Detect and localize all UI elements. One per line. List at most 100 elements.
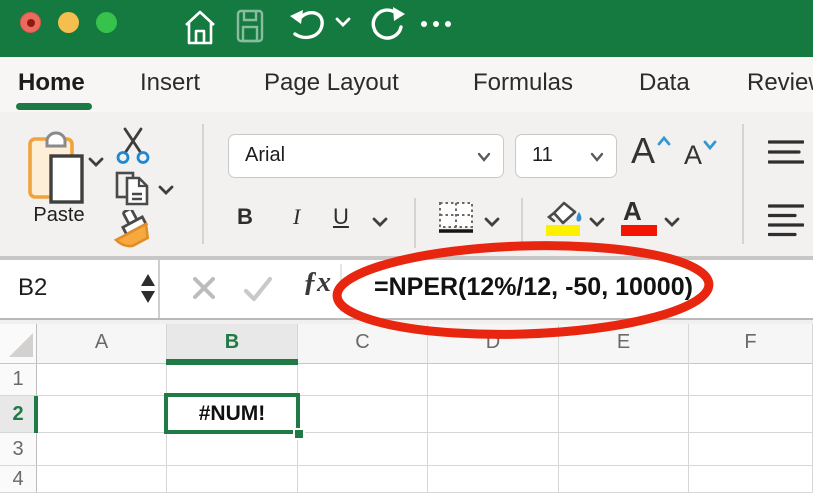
select-all-button[interactable] xyxy=(0,324,37,364)
font-size-select[interactable]: 11 xyxy=(515,134,617,178)
cell-D1[interactable] xyxy=(428,364,559,396)
column-header-b[interactable]: B xyxy=(167,324,298,364)
font-color-button[interactable]: A xyxy=(623,196,642,227)
more-icon[interactable] xyxy=(421,21,451,27)
enter-check-icon[interactable] xyxy=(243,276,273,302)
home-icon[interactable] xyxy=(182,6,218,48)
cell-E4[interactable] xyxy=(559,466,689,493)
cell-B1[interactable] xyxy=(167,364,298,396)
borders-icon[interactable] xyxy=(436,200,476,236)
cell-E1[interactable] xyxy=(559,364,689,396)
minimize-button[interactable] xyxy=(58,12,79,33)
borders-menu-chevron-icon[interactable] xyxy=(484,216,500,228)
paste-label[interactable]: Paste xyxy=(24,204,94,227)
redo-icon[interactable] xyxy=(366,5,406,47)
tab-review[interactable]: Review xyxy=(747,69,813,97)
cancel-icon[interactable] xyxy=(192,276,216,300)
record-dot-icon xyxy=(27,19,35,27)
decrease-font-size-button[interactable]: A xyxy=(684,140,702,171)
column-header-c[interactable]: C xyxy=(298,324,428,364)
cell-A3[interactable] xyxy=(37,433,167,466)
format-painter-icon[interactable] xyxy=(106,210,156,254)
paste-icon[interactable] xyxy=(27,129,85,205)
formula-bar: B2 ƒx =NPER(12%/12, -50, 10000) xyxy=(0,258,813,320)
name-box-spinner-down-icon[interactable] xyxy=(141,291,155,303)
bold-button[interactable]: B xyxy=(237,204,253,230)
decrease-font-caret-icon xyxy=(703,140,717,150)
paste-menu-chevron-icon[interactable] xyxy=(88,156,104,168)
undo-icon[interactable] xyxy=(288,5,328,47)
insert-function-icon[interactable]: ƒx xyxy=(303,267,331,299)
cell-E3[interactable] xyxy=(559,433,689,466)
cell-C1[interactable] xyxy=(298,364,428,396)
cell-B4[interactable] xyxy=(167,466,298,493)
name-box[interactable]: B2 xyxy=(0,260,160,318)
close-button[interactable] xyxy=(20,12,41,33)
row-header-1[interactable]: 1 xyxy=(0,364,37,396)
increase-font-caret-icon xyxy=(657,136,671,146)
formula-input[interactable]: =NPER(12%/12, -50, 10000) xyxy=(374,260,693,315)
fill-color-swatch[interactable] xyxy=(546,225,580,236)
excel-window: Home Insert Page Layout Formulas Data Re… xyxy=(0,0,813,493)
font-color-swatch[interactable] xyxy=(621,225,657,236)
underline-menu-chevron-icon[interactable] xyxy=(372,216,388,228)
ribbon: Paste xyxy=(0,112,813,258)
font-color-chevron-icon[interactable] xyxy=(664,216,680,228)
row-header-2[interactable]: 2 xyxy=(0,396,37,433)
cell-D3[interactable] xyxy=(428,433,559,466)
column-header-a[interactable]: A xyxy=(37,324,167,364)
cell-D4[interactable] xyxy=(428,466,559,493)
align-middle-icon[interactable] xyxy=(768,139,804,167)
cell-A4[interactable] xyxy=(37,466,167,493)
zoom-button[interactable] xyxy=(96,12,117,33)
cell-E2[interactable] xyxy=(559,396,689,433)
tab-page-layout[interactable]: Page Layout xyxy=(264,69,399,97)
column-header-e[interactable]: E xyxy=(559,324,689,364)
fill-handle[interactable] xyxy=(293,428,305,440)
font-size-value: 11 xyxy=(532,135,553,176)
tab-formulas[interactable]: Formulas xyxy=(473,69,573,97)
align-text-left-icon[interactable] xyxy=(768,203,804,239)
grid-row-1: 1 xyxy=(0,364,813,396)
cut-icon[interactable] xyxy=(116,126,150,164)
select-all-triangle-icon xyxy=(9,333,33,357)
grid-row-3: 3 xyxy=(0,433,813,466)
underline-button[interactable]: U xyxy=(333,204,349,230)
tab-home[interactable]: Home xyxy=(18,69,85,97)
copy-icon[interactable] xyxy=(114,170,154,208)
formula-bar-divider xyxy=(340,264,342,312)
cell-A1[interactable] xyxy=(37,364,167,396)
save-icon[interactable] xyxy=(236,9,264,43)
cell-D2[interactable] xyxy=(428,396,559,433)
fill-color-chevron-icon[interactable] xyxy=(589,216,605,228)
increase-font-size-button[interactable]: A xyxy=(631,130,655,172)
title-bar xyxy=(0,0,813,57)
column-header-d[interactable]: D xyxy=(428,324,559,364)
row-header-4[interactable]: 4 xyxy=(0,466,37,493)
tab-insert[interactable]: Insert xyxy=(140,69,200,97)
column-header-f[interactable]: F xyxy=(689,324,813,364)
cell-C2[interactable] xyxy=(298,396,428,433)
cell-F2[interactable] xyxy=(689,396,813,433)
cell-B3[interactable] xyxy=(167,433,298,466)
cell-C3[interactable] xyxy=(298,433,428,466)
fill-color-icon[interactable] xyxy=(546,200,584,228)
selected-cell-b2[interactable]: #NUM! xyxy=(164,393,300,434)
undo-menu-chevron-icon[interactable] xyxy=(335,16,351,28)
name-box-spinner-up-icon[interactable] xyxy=(141,274,155,286)
row-header-3[interactable]: 3 xyxy=(0,433,37,466)
font-family-chevron-icon[interactable] xyxy=(477,152,491,162)
cell-C4[interactable] xyxy=(298,466,428,493)
copy-menu-chevron-icon[interactable] xyxy=(158,184,174,196)
cell-F4[interactable] xyxy=(689,466,813,493)
grid-row-4: 4 xyxy=(0,466,813,493)
font-family-value: Arial xyxy=(245,135,285,176)
cell-A2[interactable] xyxy=(37,396,167,433)
font-size-chevron-icon[interactable] xyxy=(590,152,604,162)
italic-button[interactable]: I xyxy=(293,204,300,230)
cell-F1[interactable] xyxy=(689,364,813,396)
font-family-select[interactable]: Arial xyxy=(228,134,504,178)
tab-data[interactable]: Data xyxy=(639,69,690,97)
ribbon-tab-row: Home Insert Page Layout Formulas Data Re… xyxy=(0,57,813,112)
cell-F3[interactable] xyxy=(689,433,813,466)
